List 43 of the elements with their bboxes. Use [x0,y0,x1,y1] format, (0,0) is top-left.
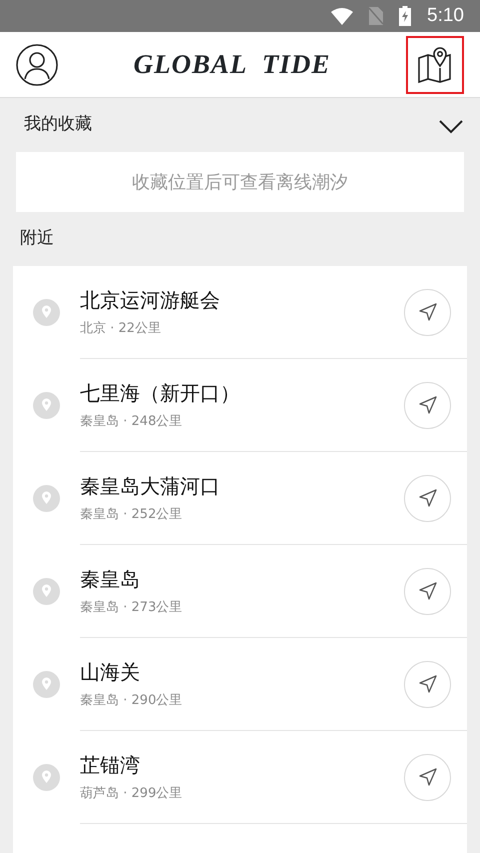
navigation-arrow-icon [418,395,438,415]
user-icon [16,44,58,86]
place-detail: 秦皇岛 · 273公里 [80,599,182,618]
navigate-button[interactable] [404,288,451,336]
place-detail: 秦皇岛 · 290公里 [80,692,182,710]
profile-button[interactable] [16,44,58,86]
navigation-arrow-icon [418,581,438,601]
location-pin-icon [33,485,60,512]
section-title: 附近 [20,227,54,250]
navigate-button[interactable] [404,660,451,708]
navigation-arrow-icon [418,674,438,694]
map-button[interactable] [406,36,464,94]
navigation-arrow-icon [418,767,438,787]
place-name[interactable]: 北京运河游艇会 [80,285,220,316]
place-detail: 秦皇岛 · 252公里 [80,506,184,524]
location-pin-icon [33,578,60,605]
location-pin-icon [33,392,60,419]
location-pin-icon [33,671,60,698]
location-pin-icon [33,764,60,791]
place-name[interactable]: 秦皇岛 [80,564,182,594]
place-detail: 秦皇岛 · 248公里 [80,413,184,432]
app-logo: GLOBAL TIDE [133,48,330,82]
place-detail: 葫芦岛 · 299公里 [80,785,182,804]
place-name[interactable]: 秦皇岛大蒲河口 [80,471,220,502]
place-name[interactable]: 山海关 [80,657,182,688]
navigate-button[interactable] [404,754,451,800]
map-icon [416,46,453,84]
place-name[interactable]: 芷锚湾 [80,750,182,780]
location-pin-icon [33,299,60,326]
battery-charging-icon [399,6,412,26]
navigation-arrow-icon [418,302,438,322]
place-name[interactable]: 七里海（新开口） [80,378,240,408]
navigate-button[interactable] [404,382,451,428]
navigate-button[interactable] [404,568,451,614]
clock-time: 5:10 [427,4,464,28]
navigate-button[interactable] [404,474,451,522]
empty-message: 收藏位置后可查看离线潮汐 [132,170,348,194]
navigation-arrow-icon [418,488,438,508]
wifi-icon [331,8,354,24]
chevron-icon [438,118,464,134]
no-sim-icon [369,7,384,25]
section-title: 我的收藏 [24,113,92,136]
place-detail: 北京 · 22公里 [80,320,162,338]
